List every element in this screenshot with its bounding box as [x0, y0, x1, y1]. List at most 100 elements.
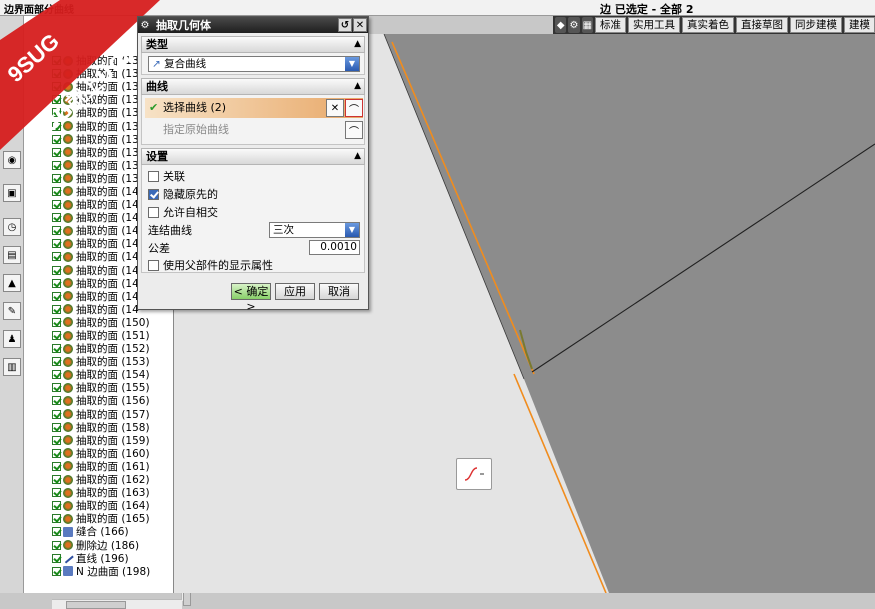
join-curves-select[interactable]: 三次 ▼	[269, 222, 360, 238]
visibility-checkbox[interactable]	[52, 566, 61, 576]
visibility-checkbox[interactable]	[52, 56, 61, 66]
apply-button[interactable]: 应用	[275, 283, 315, 300]
collapse-icon[interactable]: ▲	[354, 37, 361, 52]
visibility-checkbox[interactable]	[52, 69, 61, 79]
visibility-checkbox[interactable]	[52, 304, 61, 314]
toolbar-synchronous-modeling-button[interactable]: 同步建模	[789, 17, 842, 33]
history-icon[interactable]: ▣	[3, 184, 21, 202]
part-navigator-icon[interactable]: ▤	[3, 246, 21, 264]
visibility-checkbox[interactable]	[52, 527, 61, 537]
horizontal-scrollbar[interactable]	[52, 599, 182, 609]
visibility-checkbox[interactable]	[52, 540, 61, 550]
tree-row[interactable]: 抽取的面 (152)	[52, 342, 182, 355]
hide-original-checkbox[interactable]	[148, 188, 159, 200]
visibility-checkbox[interactable]	[52, 186, 61, 196]
tree-row[interactable]: 抽取的面 (155)	[52, 381, 182, 394]
roles-icon[interactable]: ✎	[3, 302, 21, 320]
tree-row[interactable]: 抽取的面 (165)	[52, 512, 182, 525]
visibility-checkbox[interactable]	[52, 514, 61, 524]
visibility-checkbox[interactable]	[52, 200, 61, 210]
tree-row[interactable]: 抽取的面 (157)	[52, 408, 182, 421]
type-section-header[interactable]: 类型 ▲	[141, 36, 365, 53]
select-curve-icon[interactable]: ⌒	[345, 99, 363, 117]
tree-row[interactable]: 抽取的面 (154)	[52, 368, 182, 381]
tree-row[interactable]: 删除边 (186)	[52, 538, 182, 552]
visibility-checkbox[interactable]	[52, 435, 61, 445]
gear-icon[interactable]: ⚙	[138, 20, 152, 31]
visibility-checkbox[interactable]	[52, 317, 61, 327]
visibility-checkbox[interactable]	[52, 121, 61, 131]
tree-row[interactable]: 抽取的面 (156)	[52, 394, 182, 407]
tree-row[interactable]: N 边曲面 (198)	[52, 565, 182, 578]
toolbar-direct-sketch-button[interactable]: 直接草图	[735, 17, 788, 33]
deselect-icon[interactable]: ✕	[326, 99, 344, 117]
original-curve-icon[interactable]: ⌒	[345, 121, 363, 139]
visibility-checkbox[interactable]	[52, 291, 61, 301]
visibility-checkbox[interactable]	[52, 226, 61, 236]
visibility-checkbox[interactable]	[52, 396, 61, 406]
allow-self-intersect-option[interactable]: 允许自相交	[148, 204, 218, 220]
tree-row[interactable]: 抽取的面 (159)	[52, 434, 182, 447]
ok-button[interactable]: < 确定 >	[231, 283, 271, 313]
settings-section-header[interactable]: 设置 ▲	[141, 148, 365, 165]
visibility-checkbox[interactable]	[52, 108, 61, 118]
visibility-checkbox[interactable]	[52, 488, 61, 498]
associative-option[interactable]: 关联	[148, 168, 185, 184]
visibility-checkbox[interactable]	[52, 383, 61, 393]
tree-row[interactable]: 抽取的面 (151)	[52, 329, 182, 342]
tree-row[interactable]: 直线 (196)	[52, 552, 182, 565]
type-select[interactable]: ↗ 复合曲线 ▼	[148, 56, 360, 72]
toolbar-utility-button[interactable]: 实用工具	[627, 17, 680, 33]
visibility-checkbox[interactable]	[52, 82, 61, 92]
toolbar-standard-button[interactable]: 标准	[594, 17, 626, 33]
tree-row[interactable]: 抽取的面 (161)	[52, 460, 182, 473]
visibility-checkbox[interactable]	[52, 553, 61, 563]
chevron-down-icon[interactable]: ▼	[345, 57, 359, 71]
tolerance-input[interactable]: 0.0010	[309, 240, 360, 255]
hide-original-option[interactable]: 隐藏原先的	[148, 186, 218, 202]
curve-section-header[interactable]: 曲线 ▲	[141, 78, 365, 95]
reset-icon[interactable]: ↺	[338, 18, 352, 32]
visibility-checkbox[interactable]	[52, 173, 61, 183]
visibility-checkbox[interactable]	[52, 265, 61, 275]
visibility-checkbox[interactable]	[52, 331, 61, 341]
visibility-checkbox[interactable]	[52, 239, 61, 249]
tree-row[interactable]: 缝合 (166)	[52, 525, 182, 538]
tree-row[interactable]: 抽取的面 (160)	[52, 447, 182, 460]
visibility-checkbox[interactable]	[52, 147, 61, 157]
visibility-checkbox[interactable]	[52, 475, 61, 485]
visibility-checkbox[interactable]	[52, 501, 61, 511]
specify-original-curve-row[interactable]: 指定原始曲线	[145, 120, 363, 140]
toolbar-true-shading-button[interactable]: 真实着色	[681, 17, 734, 33]
visibility-checkbox[interactable]	[52, 344, 61, 354]
tree-row[interactable]: 抽取的面 (150)	[52, 316, 182, 329]
tree-row[interactable]: 抽取的面 (162)	[52, 473, 182, 486]
visibility-checkbox[interactable]	[52, 422, 61, 432]
visibility-checkbox[interactable]	[52, 213, 61, 223]
allow-self-intersect-checkbox[interactable]	[148, 206, 159, 218]
gear-icon[interactable]: ⚙	[568, 17, 580, 33]
use-parent-display-option[interactable]: 使用父部件的显示属性	[148, 257, 273, 273]
visibility-checkbox[interactable]	[52, 461, 61, 471]
color-palette-icon[interactable]: ▲	[3, 274, 21, 292]
color-palette-icon[interactable]: ◆	[555, 17, 567, 33]
web-browser-icon[interactable]: ◉	[3, 151, 21, 169]
associative-checkbox[interactable]	[148, 170, 159, 182]
close-icon[interactable]: ✕	[353, 18, 367, 32]
collapse-icon[interactable]: ▲	[354, 149, 361, 164]
curve-rule-button[interactable]	[456, 458, 492, 490]
cancel-button[interactable]: 取消	[319, 283, 359, 300]
toolbar-modeling-button[interactable]: 建模	[843, 17, 875, 33]
tree-row[interactable]: 抽取的面 (164)	[52, 499, 182, 512]
tree-row[interactable]: 抽取的面 (158)	[52, 421, 182, 434]
visibility-checkbox[interactable]	[52, 278, 61, 288]
visibility-checkbox[interactable]	[52, 95, 61, 105]
chevron-down-icon[interactable]: ▼	[345, 223, 359, 237]
reuse-library-icon[interactable]: ▥	[3, 358, 21, 376]
visibility-checkbox[interactable]	[52, 252, 61, 262]
tree-row[interactable]: 抽取的面 (163)	[52, 486, 182, 499]
dialog-title-bar[interactable]: ⚙ 抽取几何体 ↺ ✕	[138, 17, 368, 33]
use-parent-display-checkbox[interactable]	[148, 259, 159, 271]
visibility-checkbox[interactable]	[52, 448, 61, 458]
visibility-checkbox[interactable]	[52, 160, 61, 170]
